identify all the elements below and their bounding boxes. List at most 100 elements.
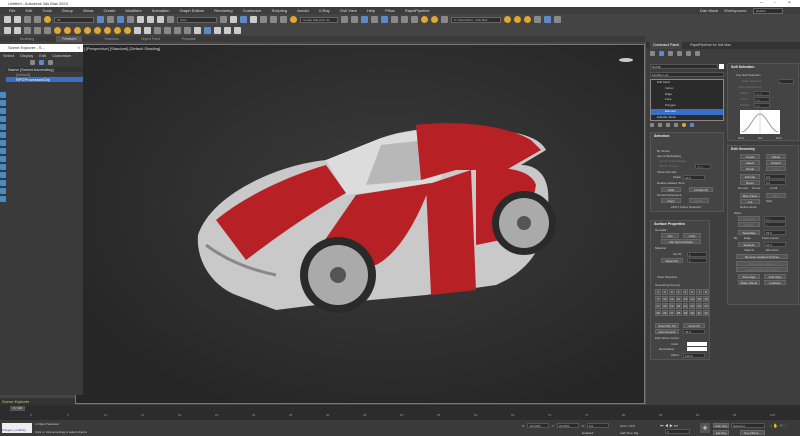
cut-button[interactable]: Cut — [740, 199, 760, 204]
ribbon-tab-freeform[interactable]: Freeform — [56, 36, 83, 42]
toggle-ribbon-icon[interactable] — [371, 16, 378, 23]
decal-icon[interactable] — [174, 27, 181, 34]
smoothing-group-button[interactable]: 10 — [661, 296, 668, 302]
minimize-button[interactable]: – — [760, 0, 763, 7]
face-center-radio[interactable]: Face-Center — [762, 236, 779, 240]
smoothing-group-button[interactable]: 26 — [661, 310, 668, 316]
elements-radio[interactable]: Elements — [766, 248, 779, 252]
explorer-filter-icon[interactable] — [0, 100, 6, 106]
pinch-field[interactable]: 0.0 — [754, 97, 770, 102]
unhide-all-button[interactable]: Unhide All — [689, 187, 713, 192]
falloff-field[interactable]: 20.0 — [754, 91, 770, 96]
modify-icon[interactable] — [659, 50, 664, 56]
tool-e-icon[interactable] — [544, 16, 551, 23]
affect-backfacing-checkbox[interactable]: Affect Backfacing — [738, 85, 761, 89]
close-icon[interactable]: × — [78, 44, 80, 52]
ambient-light-icon[interactable] — [124, 27, 131, 34]
menu-scripting[interactable]: Scripting — [267, 8, 293, 13]
scene-states-dropdown[interactable]: C:\Users\Dan\...\3ds Max — [451, 16, 501, 23]
alpha-field[interactable]: 100.0 — [683, 353, 705, 358]
explorer-filter-icon[interactable] — [0, 92, 6, 98]
smoothing-group-button[interactable]: 5 — [682, 289, 689, 295]
smoothing-group-button[interactable]: 17 — [655, 303, 661, 309]
arnold-icon[interactable] — [4, 27, 11, 34]
explorer-filter-icon[interactable] — [0, 108, 6, 114]
smoothing-group-button[interactable]: 6 — [689, 289, 696, 295]
explorer-filter-icon[interactable] — [0, 124, 6, 130]
rollout-title[interactable]: Edit Geometry — [731, 147, 755, 151]
explorer-filter-icon[interactable] — [0, 180, 6, 186]
selection-filter-dropdown[interactable]: All — [54, 16, 94, 23]
view-align-button[interactable]: View Align — [738, 274, 760, 279]
current-frame-field[interactable]: 0 — [665, 429, 690, 434]
scale-field[interactable]: 20.0 — [683, 175, 705, 180]
ribbon-tab-populate[interactable]: Populate — [182, 36, 196, 42]
grid-align-button[interactable]: Grid Align — [764, 274, 786, 279]
make-planar-button[interactable]: Make Planar — [738, 280, 760, 285]
angle-snap-icon[interactable] — [260, 16, 267, 23]
ignore-visible-edges-checkbox[interactable]: Ignore Visible Edges — [659, 159, 686, 163]
redo-icon[interactable] — [14, 16, 21, 23]
volume-icon[interactable] — [164, 27, 171, 34]
navigation-controls-icon[interactable]: ⌕ ✋ ⟳ ⛶ — [770, 423, 787, 428]
smoothing-group-button[interactable]: 24 — [703, 303, 709, 309]
unlink-icon[interactable] — [34, 16, 41, 23]
configure-icon[interactable] — [682, 123, 686, 127]
menu-civil-view[interactable]: Civil View — [335, 8, 362, 13]
smoothing-group-button[interactable]: 20 — [675, 303, 682, 309]
weld-threshold-field[interactable]: 0.1 — [764, 216, 786, 221]
smoothing-group-button[interactable]: 12 — [675, 296, 682, 302]
smoothing-group-button[interactable]: 32 — [703, 310, 709, 316]
smoothing-group-button[interactable]: 7 — [696, 289, 703, 295]
create-button[interactable]: Create — [740, 154, 760, 159]
planar-thresh-field[interactable]: 45.0 — [695, 164, 711, 169]
menu-animation[interactable]: Animation — [147, 8, 175, 13]
ies-light-icon[interactable] — [104, 27, 111, 34]
explorer-filter-icon[interactable] — [0, 156, 6, 162]
menu-graph-editors[interactable]: Graph Editors — [174, 8, 209, 13]
edge-radio[interactable]: Edge — [744, 236, 751, 240]
auto-smooth-button[interactable]: Auto Smooth — [655, 329, 679, 334]
create-shape-button[interactable]: Create Shape from Edges — [736, 267, 788, 272]
create-icon[interactable] — [650, 50, 655, 56]
menu-rapidpipeline[interactable]: RapidPipeline — [400, 8, 435, 13]
render-online-icon[interactable] — [441, 16, 448, 23]
detach-button[interactable]: Detach — [766, 160, 786, 165]
bubble-field[interactable]: 0.0 — [754, 103, 770, 108]
window-crossing-icon[interactable] — [127, 16, 134, 23]
scene-explorer-selector[interactable]: Scene Explorer — [0, 398, 75, 405]
light-icon[interactable] — [54, 27, 61, 34]
smoothing-group-button[interactable]: 23 — [696, 303, 703, 309]
smoothing-group-button[interactable]: 16 — [703, 296, 709, 302]
x-coord-field[interactable]: -23.6451 — [527, 423, 549, 428]
display-icon[interactable] — [686, 50, 691, 56]
show-normals-checkbox[interactable]: Show Normals — [657, 170, 677, 174]
object-name-field[interactable]: NONE — [650, 64, 718, 69]
smoothing-group-button[interactable]: 8 — [703, 289, 709, 295]
smoothing-group-button[interactable]: 19 — [668, 303, 675, 309]
playback-controls-icon[interactable]: ⏮ ◀ ▶ ⏭ — [660, 423, 678, 428]
smoothing-group-button[interactable]: 31 — [696, 310, 703, 316]
unify-button[interactable]: Unify — [683, 233, 701, 238]
time-slider-thumb[interactable]: 0 / 100 — [10, 406, 25, 411]
sun-icon[interactable] — [74, 27, 81, 34]
copy-button[interactable]: Copy — [661, 198, 681, 203]
pivot-icon[interactable] — [220, 16, 227, 23]
adaptive-enabled[interactable]: Enabled: — [582, 431, 594, 435]
menu-views[interactable]: Views — [78, 8, 99, 13]
tool-a-icon[interactable] — [504, 16, 511, 23]
remove-modifier-icon[interactable] — [674, 123, 678, 127]
extrude-field[interactable]: 0.0 — [764, 174, 786, 179]
filter-icon[interactable] — [30, 60, 35, 65]
slice-button[interactable]: Slice — [766, 193, 786, 198]
menu-v-ray[interactable]: V-Ray — [314, 8, 335, 13]
ref-coord-dropdown[interactable]: View — [177, 16, 217, 23]
auto-smooth-field[interactable]: 45.0 — [683, 329, 705, 334]
spot-light-icon[interactable] — [94, 27, 101, 34]
key-mode-dropdown[interactable]: Selected — [731, 423, 765, 428]
select-object-icon[interactable] — [97, 16, 104, 23]
render-setup-icon[interactable] — [411, 16, 418, 23]
grid-icon[interactable] — [34, 27, 41, 34]
weld-selected-button[interactable]: Selected — [738, 216, 760, 221]
make-unique-icon[interactable] — [666, 123, 670, 127]
